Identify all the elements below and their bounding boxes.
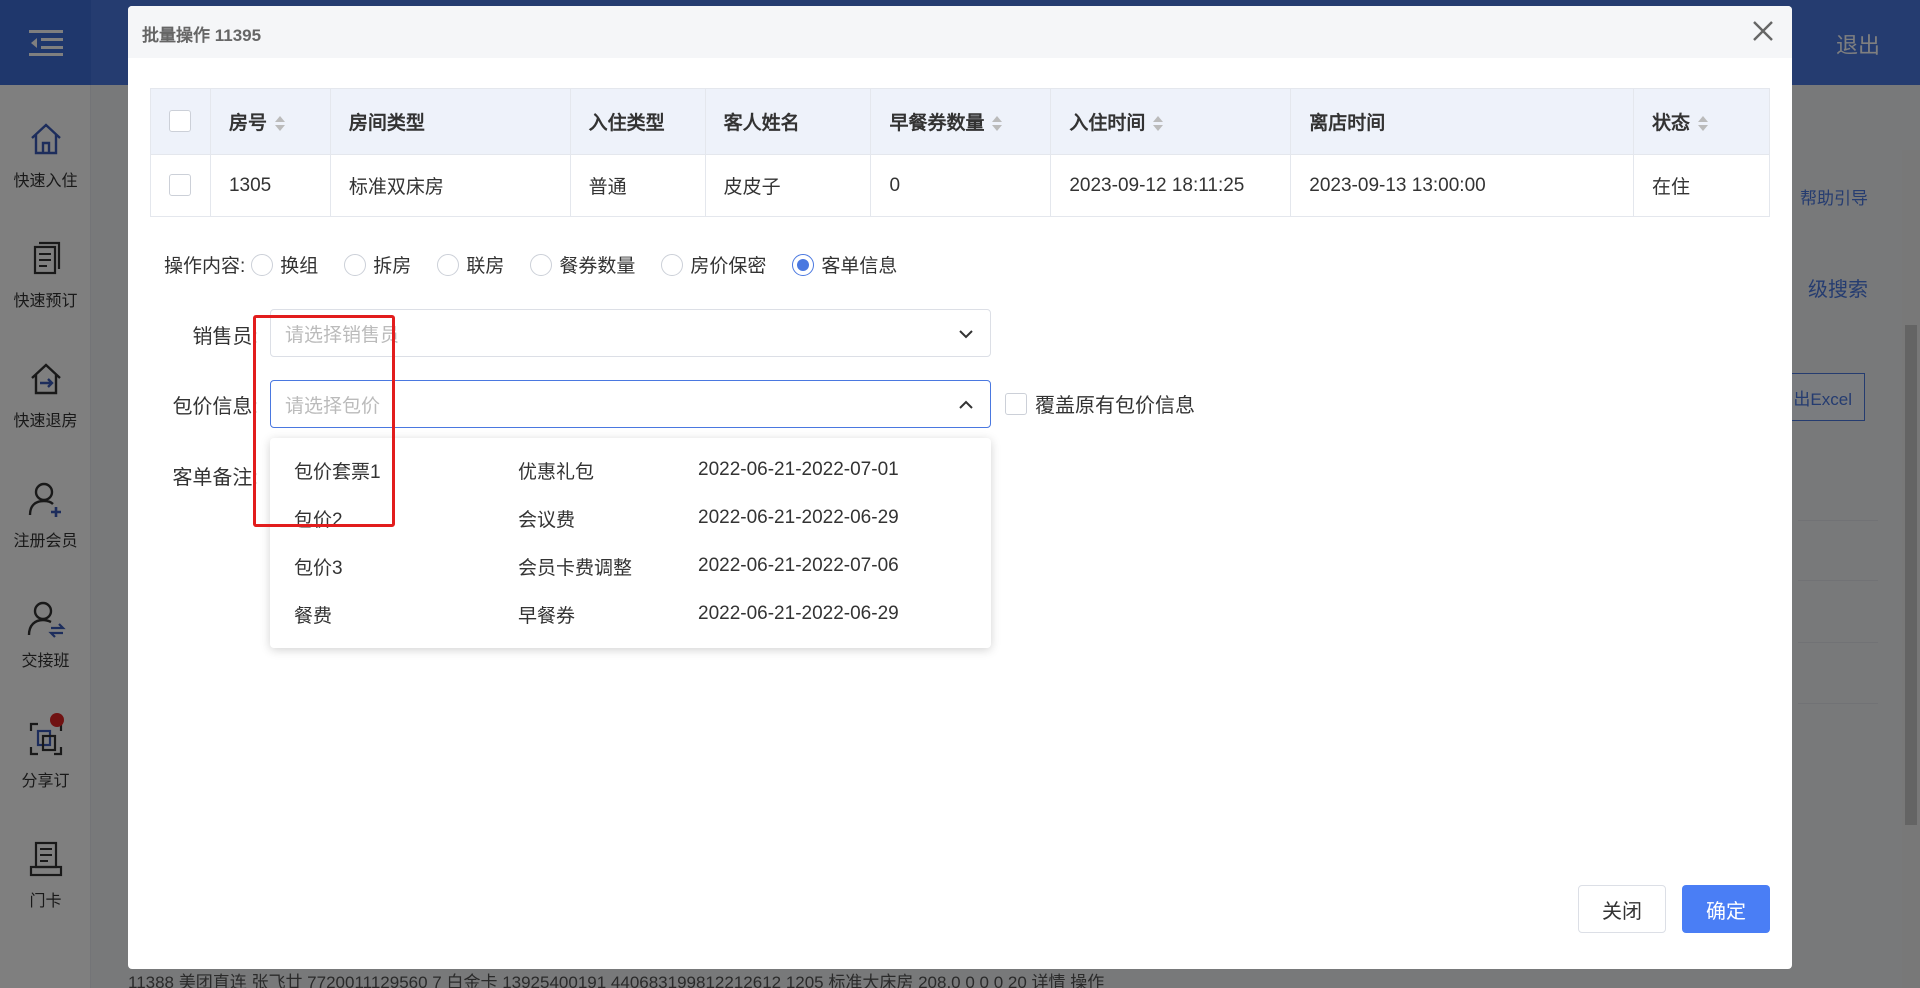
close-icon[interactable] [1748,14,1778,48]
dialog-title: 批量操作 11395 [142,26,262,45]
column-header-breakfast-count[interactable]: 早餐券数量 [870,88,1052,155]
option-name: 餐费 [294,605,333,627]
sort-icon[interactable] [1153,115,1164,132]
salesperson-label: 销售员: [192,326,258,348]
highlight-annotation-box [253,315,395,527]
package-label: 包价信息: [172,396,258,418]
cell-guest-name: 皮皮子 [705,154,872,217]
option-dates: 2022-06-21-2022-06-29 [698,507,899,528]
column-header-room-type: 房间类型 [330,88,571,155]
batch-operation-dialog: 批量操作 11395 房号 房间类型 入住类型 客人姓名 早餐券数量 入住时间 … [128,6,1792,969]
cell-checkin-type: 普通 [570,154,706,217]
select-all-cell[interactable] [150,88,211,155]
radio-circle[interactable] [344,253,367,276]
overwrite-package-checkbox[interactable]: 覆盖原有包价信息 [1005,389,1195,418]
option-dates: 2022-06-21-2022-07-06 [698,555,899,576]
radio-link-room[interactable]: 联房 [437,251,504,278]
cell-breakfast-count: 0 [870,154,1052,217]
radio-label: 房价保密 [690,256,767,277]
column-header-checkout-time: 离店时间 [1290,88,1635,155]
radio-label: 换组 [280,256,319,277]
cell-room-no: 1305 [210,154,331,217]
confirm-button[interactable]: 确定 [1682,885,1770,933]
radio-change-group[interactable]: 换组 [251,251,318,278]
chevron-down-icon [959,330,973,339]
option-item: 优惠礼包 [518,461,595,483]
row-checkbox[interactable] [169,174,191,197]
selected-rooms-table: 房号 房间类型 入住类型 客人姓名 早餐券数量 入住时间 离店时间 状态 130… [150,88,1770,217]
option-item: 会员卡费调整 [518,557,633,579]
radio-label: 餐券数量 [559,256,636,277]
checkbox[interactable] [1005,392,1027,415]
chevron-up-icon [959,400,973,409]
cell-checkin-time: 2023-09-12 18:11:25 [1050,154,1292,217]
option-item: 早餐券 [518,605,576,627]
radio-price-confidential[interactable]: 房价保密 [661,251,766,278]
header-label: 状态 [1652,113,1691,134]
cell-room-type: 标准双床房 [330,154,571,217]
column-header-checkin-time[interactable]: 入住时间 [1050,88,1292,155]
operation-content-label: 操作内容: [164,256,246,277]
sort-icon[interactable] [1698,115,1709,132]
column-header-status[interactable]: 状态 [1633,88,1770,155]
sort-icon[interactable] [992,115,1003,132]
dropdown-option[interactable]: 包价3 会员卡费调整 2022-06-21-2022-07-06 [270,542,991,590]
radio-circle[interactable] [251,253,274,276]
table-row[interactable]: 1305 标准双床房 普通 皮皮子 0 2023-09-12 18:11:25 … [150,154,1770,217]
cell-checkout-time: 2023-09-13 13:00:00 [1290,154,1635,217]
header-label: 入住时间 [1069,113,1146,134]
radio-circle[interactable] [437,253,460,276]
select-all-checkbox[interactable] [169,110,191,133]
radio-label: 客单信息 [821,256,898,277]
radio-guest-order-info[interactable]: 客单信息 [792,251,897,278]
option-name: 包价3 [294,557,343,579]
option-dates: 2022-06-21-2022-07-01 [698,459,899,480]
column-header-guest-name: 客人姓名 [705,88,872,155]
radio-voucher-count[interactable]: 餐券数量 [530,251,635,278]
remark-label: 客单备注: [172,467,258,489]
radio-circle[interactable] [661,253,684,276]
operation-content-group: 操作内容: 换组 拆房 联房 餐券数量 房价保密 客单信息 [164,251,923,278]
radio-label: 联房 [466,256,505,277]
option-dates: 2022-06-21-2022-06-29 [698,603,899,624]
radio-split-room[interactable]: 拆房 [344,251,411,278]
radio-label: 拆房 [373,256,412,277]
option-item: 会议费 [518,509,576,531]
row-select-cell[interactable] [150,154,211,217]
dialog-header: 批量操作 11395 [128,6,1792,58]
radio-circle-selected[interactable] [792,253,815,276]
close-button[interactable]: 关闭 [1578,885,1666,933]
cell-status: 在住 [1633,154,1770,217]
column-header-room-no[interactable]: 房号 [210,88,331,155]
header-label: 早餐券数量 [889,113,985,134]
dropdown-option[interactable]: 餐费 早餐券 2022-06-21-2022-06-29 [270,590,991,638]
table-header-row: 房号 房间类型 入住类型 客人姓名 早餐券数量 入住时间 离店时间 状态 [150,88,1770,155]
radio-circle[interactable] [530,253,553,276]
column-header-checkin-type: 入住类型 [570,88,706,155]
checkbox-label: 覆盖原有包价信息 [1035,395,1195,417]
header-label: 房号 [228,113,267,134]
sort-icon[interactable] [274,115,285,132]
